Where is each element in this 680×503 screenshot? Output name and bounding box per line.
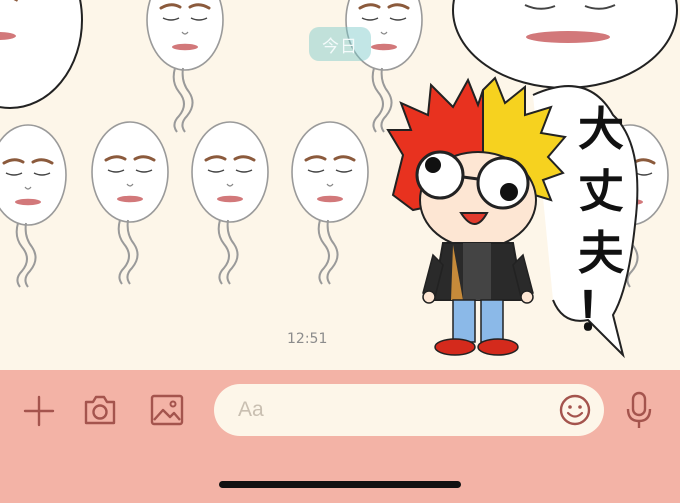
- home-indicator: [219, 481, 461, 488]
- message-input[interactable]: [214, 384, 604, 436]
- sticker-text-3: 夫: [578, 226, 625, 280]
- sticker-text-4: ！: [575, 283, 627, 343]
- plus-icon[interactable]: [22, 394, 56, 428]
- message-input-placeholder: Aa: [238, 398, 264, 421]
- sticker-text-2: 丈: [578, 164, 624, 218]
- message-timestamp: 12:51: [287, 331, 328, 347]
- image-icon[interactable]: [149, 393, 185, 427]
- date-separator: 今日: [309, 27, 371, 61]
- camera-icon[interactable]: [82, 393, 118, 427]
- sticker-text-1: 大: [578, 102, 624, 156]
- chat-area: 今日 大 丈 夫 ！ 12:51: [0, 0, 680, 370]
- smiley-icon[interactable]: [558, 393, 592, 427]
- sticker-message[interactable]: 大 丈 夫 ！: [383, 75, 653, 365]
- microphone-icon[interactable]: [624, 390, 654, 430]
